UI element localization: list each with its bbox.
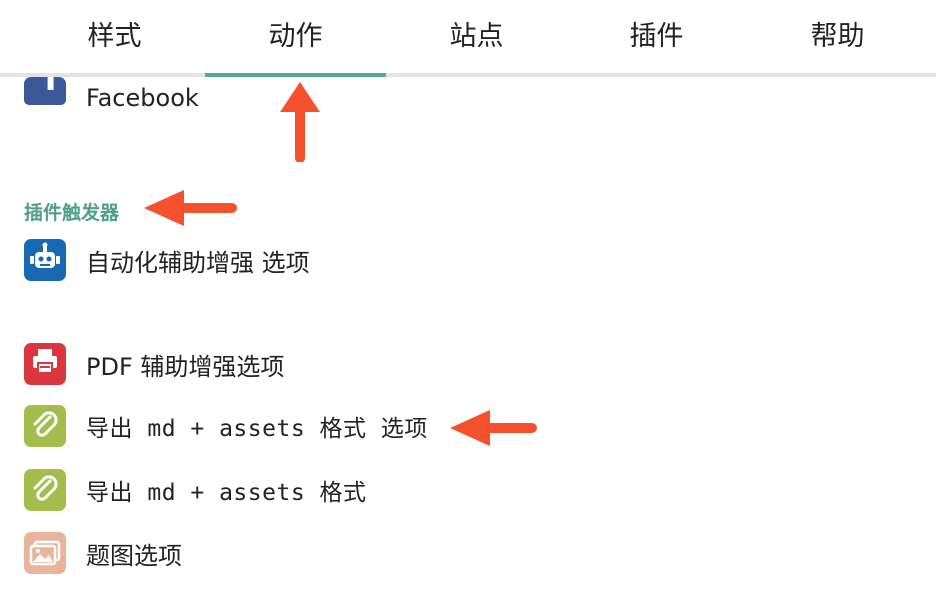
action-item-label: Facebook [86, 84, 199, 112]
tab-label: 样式 [87, 21, 142, 52]
action-item-label: 自动化辅助增强 选项 [86, 248, 310, 277]
tab-label: 站点 [449, 21, 504, 52]
action-item-label: PDF 辅助增强选项 [86, 352, 285, 381]
tab-sites[interactable]: 站点 [386, 0, 567, 73]
tab-label: 动作 [268, 21, 323, 52]
action-item-automation-options[interactable]: 自动化辅助增强 选项 [24, 238, 310, 282]
robot-icon [24, 239, 66, 281]
action-item-export-md-assets[interactable]: 导出 md + assets 格式 [24, 468, 367, 512]
action-item-label: 导出 md + assets 格式 选项 [86, 416, 428, 442]
tab-actions[interactable]: 动作 [205, 0, 386, 77]
tab-help[interactable]: 帮助 [747, 0, 928, 73]
action-item-label: 题图选项 [86, 541, 182, 570]
action-item-export-md-assets-options[interactable]: 导出 md + assets 格式 选项 [24, 404, 428, 448]
annotation-arrow-left-icon [144, 190, 237, 226]
action-item-facebook[interactable]: f Facebook [24, 76, 199, 120]
annotation-arrow-left-icon [450, 410, 537, 446]
action-item-pdf-options[interactable]: PDF 辅助增强选项 [24, 342, 284, 386]
section-title-plugin-triggers: 插件触发器 [24, 202, 120, 224]
pdf-printer-icon [24, 343, 66, 385]
tab-style[interactable]: 样式 [24, 0, 205, 73]
image-icon [24, 532, 66, 574]
facebook-icon: f [24, 77, 66, 119]
action-item-title-image-options[interactable]: 题图选项 [24, 531, 182, 575]
tab-label: 帮助 [810, 21, 865, 52]
tab-label: 插件 [629, 21, 684, 52]
action-item-label: 导出 md + assets 格式 [86, 480, 367, 506]
tab-plugins[interactable]: 插件 [566, 0, 747, 73]
paperclip-icon [24, 469, 66, 511]
tab-bar: 样式 动作 站点 插件 帮助 [0, 0, 936, 78]
annotation-arrow-up-icon [280, 82, 320, 162]
paperclip-icon [24, 405, 66, 447]
